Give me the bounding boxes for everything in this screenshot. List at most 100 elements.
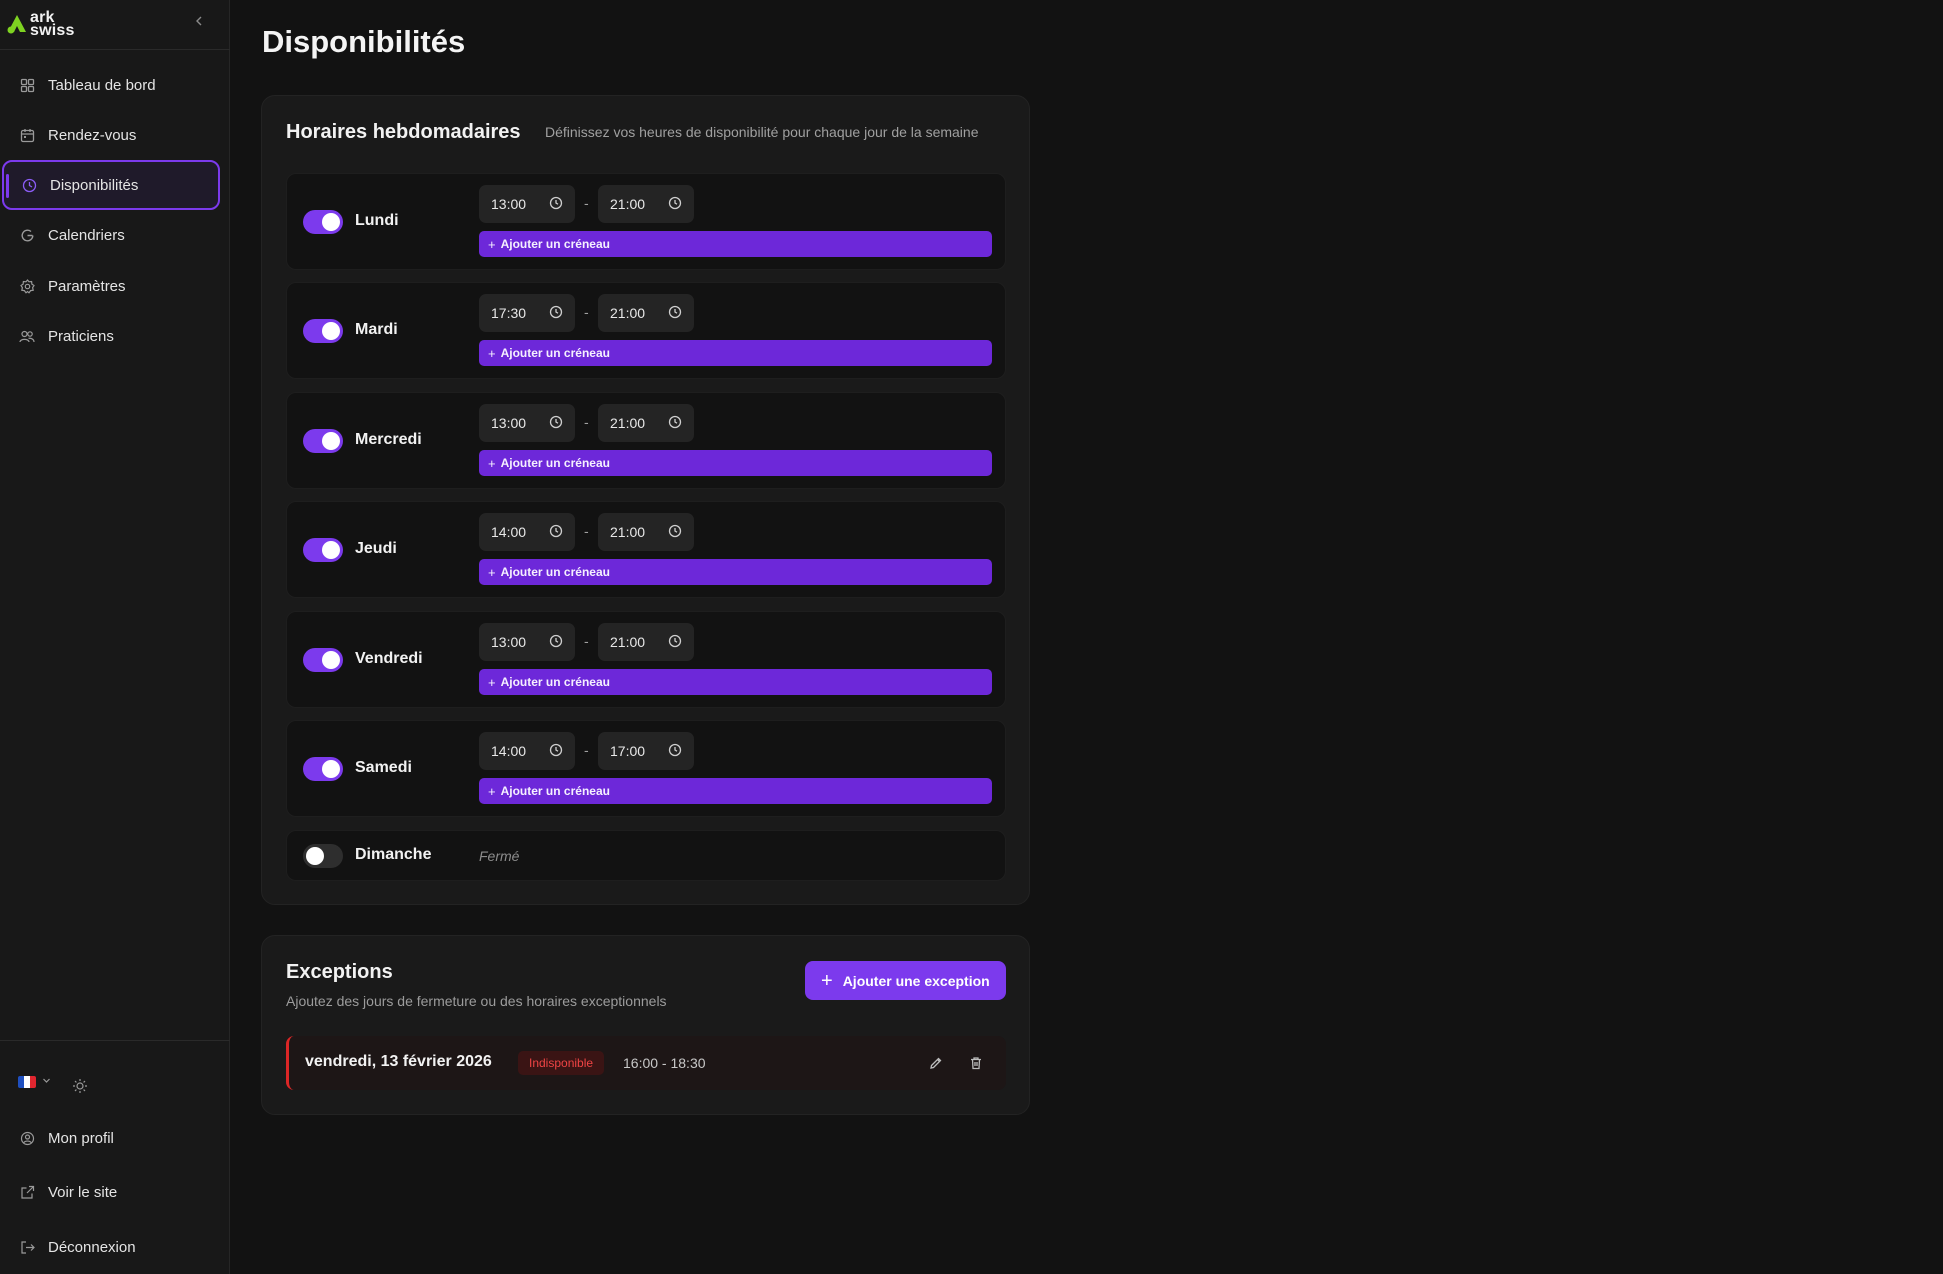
clock-icon xyxy=(549,524,563,538)
status-badge: Indisponible xyxy=(518,1051,605,1075)
sidebar-item-label: Paramètres xyxy=(48,277,126,295)
brand-logo[interactable]: ark swiss xyxy=(6,9,75,39)
clock-icon xyxy=(668,634,682,648)
time-separator: - xyxy=(584,742,589,758)
start-time-value: 13:00 xyxy=(491,196,527,212)
start-time-value: 14:00 xyxy=(491,524,527,540)
add-slot-label: Ajouter un créneau xyxy=(500,456,610,470)
add-slot-label: Ajouter un créneau xyxy=(500,346,610,360)
day-toggle[interactable] xyxy=(303,844,343,868)
flag-fr-icon xyxy=(18,1076,36,1088)
time-separator: - xyxy=(584,633,589,649)
edit-exception-button[interactable] xyxy=(923,1050,949,1076)
day-name: Dimanche xyxy=(355,846,432,863)
end-time-input[interactable]: 21:00 xyxy=(598,404,694,442)
closed-label: Fermé xyxy=(479,848,520,864)
sidebar-item-logout[interactable]: Déconnexion xyxy=(2,1222,220,1272)
clock-icon xyxy=(668,305,682,319)
add-slot-button[interactable]: + Ajouter un créneau xyxy=(479,340,992,366)
sidebar-item-label: Voir le site xyxy=(48,1183,118,1201)
add-slot-button[interactable]: + Ajouter un créneau xyxy=(479,231,992,257)
sidebar-divider xyxy=(0,1040,230,1041)
theme-toggle-button[interactable] xyxy=(72,1078,88,1099)
exception-item: vendredi, 13 février 2026 Indisponible 1… xyxy=(286,1036,1006,1090)
time-separator: - xyxy=(584,523,589,539)
plus-icon: + xyxy=(821,969,833,992)
time-separator: - xyxy=(584,414,589,430)
end-time-value: 21:00 xyxy=(610,634,646,650)
clock-icon xyxy=(668,196,682,210)
exception-date: vendredi, 13 février 2026 xyxy=(305,1053,492,1070)
end-time-input[interactable]: 17:00 xyxy=(598,732,694,770)
day-toggle[interactable] xyxy=(303,757,343,781)
day-toggle[interactable] xyxy=(303,210,343,234)
plus-icon: + xyxy=(488,564,496,580)
clock-icon xyxy=(549,196,563,210)
end-time-input[interactable]: 21:00 xyxy=(598,294,694,332)
page-title: Disponibilités xyxy=(262,24,466,59)
end-time-value: 21:00 xyxy=(610,524,646,540)
end-time-input[interactable]: 21:00 xyxy=(598,185,694,223)
start-time-input[interactable]: 14:00 xyxy=(479,513,575,551)
end-time-value: 17:00 xyxy=(610,743,646,759)
sidebar-item-label: Rendez-vous xyxy=(48,126,137,144)
clock-icon xyxy=(549,415,563,429)
users-icon xyxy=(18,327,36,345)
add-slot-label: Ajouter un créneau xyxy=(500,565,610,579)
weekly-hours-description: Définissez vos heures de disponibilité p… xyxy=(545,124,979,140)
day-toggle[interactable] xyxy=(303,648,343,672)
pencil-icon xyxy=(930,1057,942,1069)
sidebar-item-calendars[interactable]: Calendriers xyxy=(2,210,220,260)
sidebar-item-profile[interactable]: Mon profil xyxy=(2,1113,220,1163)
start-time-input[interactable]: 17:30 xyxy=(479,294,575,332)
day-name: Vendredi xyxy=(355,650,423,667)
start-time-value: 14:00 xyxy=(491,743,527,759)
day-name: Jeudi xyxy=(355,540,397,557)
day-toggle[interactable] xyxy=(303,429,343,453)
add-slot-button[interactable]: + Ajouter un créneau xyxy=(479,669,992,695)
sidebar-item-settings[interactable]: Paramètres xyxy=(2,261,220,311)
start-time-input[interactable]: 13:00 xyxy=(479,185,575,223)
start-time-value: 17:30 xyxy=(491,305,527,321)
sidebar-item-label: Mon profil xyxy=(48,1129,114,1147)
sidebar-item-view-site[interactable]: Voir le site xyxy=(2,1167,220,1217)
sidebar-divider xyxy=(0,49,230,50)
add-slot-button[interactable]: + Ajouter un créneau xyxy=(479,778,992,804)
sidebar-item-appointments[interactable]: Rendez-vous xyxy=(2,110,220,160)
add-exception-label: Ajouter une exception xyxy=(842,972,990,989)
add-slot-button[interactable]: + Ajouter un créneau xyxy=(479,450,992,476)
delete-exception-button[interactable] xyxy=(963,1050,989,1076)
start-time-input[interactable]: 13:00 xyxy=(479,404,575,442)
day-toggle[interactable] xyxy=(303,319,343,343)
sidebar-item-label: Disponibilités xyxy=(50,176,139,194)
external-link-icon xyxy=(18,1183,36,1201)
sidebar-item-practitioners[interactable]: Praticiens xyxy=(2,311,220,361)
add-slot-label: Ajouter un créneau xyxy=(500,784,610,798)
weekly-hours-title: Horaires hebdomadaires xyxy=(286,121,521,143)
day-row-saturday: Samedi 14:00 - 17:00 + Ajouter un crénea… xyxy=(286,720,1006,817)
day-name: Lundi xyxy=(355,212,399,229)
sidebar-item-dashboard[interactable]: Tableau de bord xyxy=(2,60,220,110)
chevron-down-icon xyxy=(42,1076,51,1088)
add-slot-button[interactable]: + Ajouter un créneau xyxy=(479,559,992,585)
sidebar-item-availability[interactable]: Disponibilités xyxy=(2,160,220,210)
day-row-friday: Vendredi 13:00 - 21:00 + Ajouter un crén… xyxy=(286,611,1006,708)
day-row-tuesday: Mardi 17:30 - 21:00 + Ajouter un créneau xyxy=(286,282,1006,379)
start-time-input[interactable]: 13:00 xyxy=(479,623,575,661)
clock-icon xyxy=(20,176,38,194)
add-exception-button[interactable]: + Ajouter une exception xyxy=(805,961,1006,1000)
gear-icon xyxy=(18,277,36,295)
add-slot-label: Ajouter un créneau xyxy=(500,675,610,689)
end-time-value: 21:00 xyxy=(610,415,646,431)
google-icon xyxy=(18,226,36,244)
end-time-input[interactable]: 21:00 xyxy=(598,623,694,661)
calendar-icon xyxy=(18,126,36,144)
end-time-input[interactable]: 21:00 xyxy=(598,513,694,551)
time-separator: - xyxy=(584,195,589,211)
exceptions-title: Exceptions xyxy=(286,961,393,983)
collapse-sidebar-button[interactable] xyxy=(190,12,208,30)
start-time-input[interactable]: 14:00 xyxy=(479,732,575,770)
language-selector[interactable] xyxy=(18,1076,51,1088)
day-toggle[interactable] xyxy=(303,538,343,562)
plus-icon: + xyxy=(488,236,496,252)
